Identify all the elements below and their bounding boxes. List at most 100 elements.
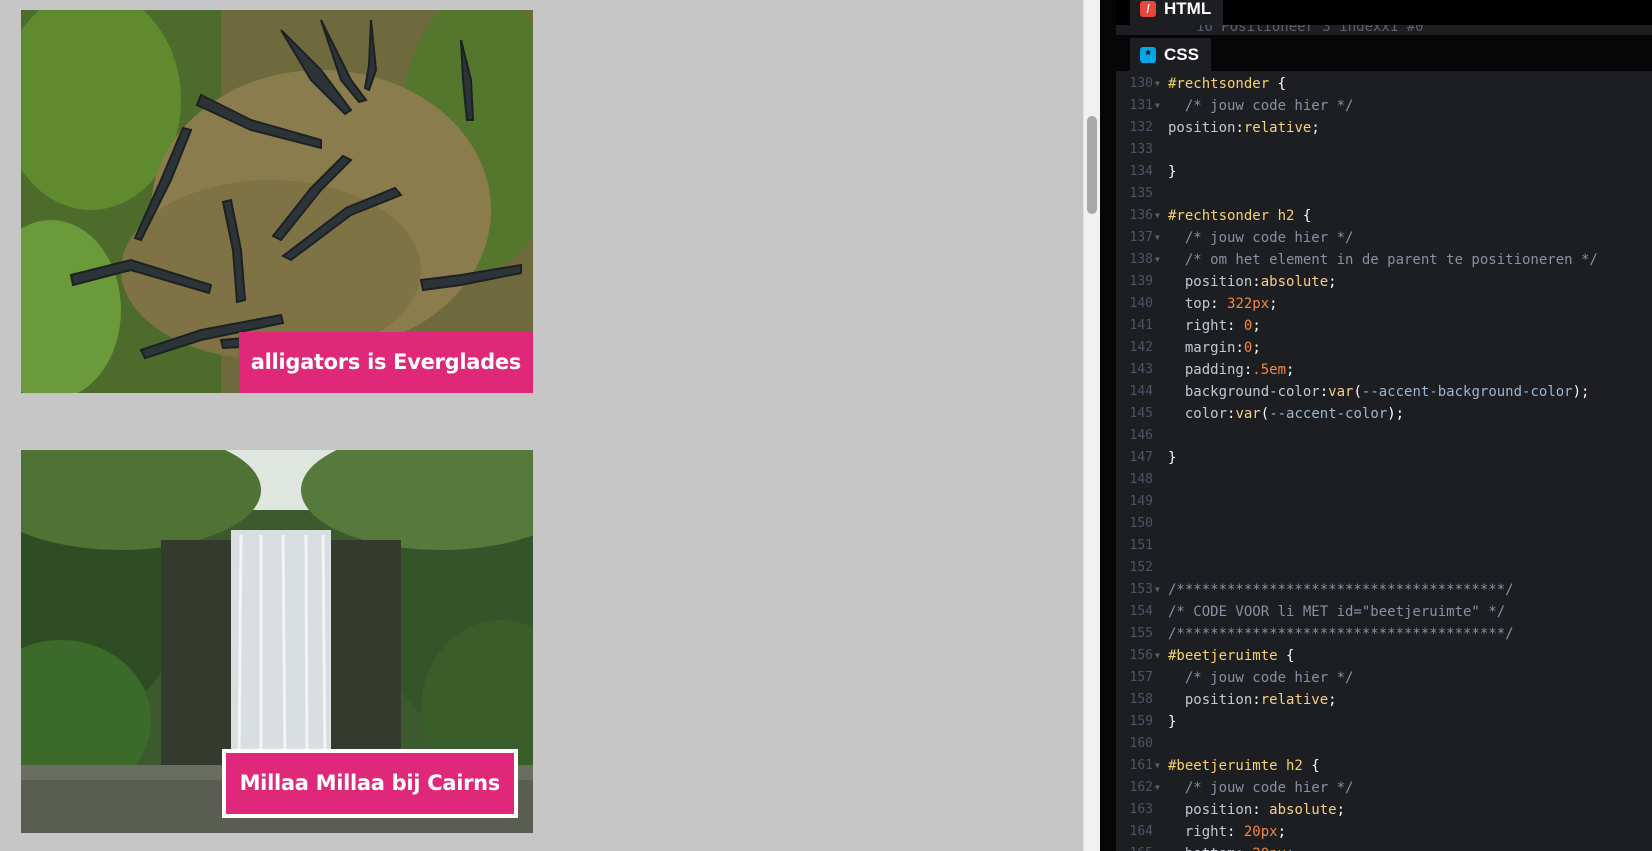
code-line[interactable]: 160	[1116, 733, 1652, 755]
css-icon: *	[1140, 46, 1156, 63]
code-text: margin:0;	[1168, 337, 1261, 359]
preview-scrollbar[interactable]	[1083, 0, 1100, 851]
code-line[interactable]: 133	[1116, 139, 1652, 161]
code-line[interactable]: 152	[1116, 557, 1652, 579]
fold-arrow-icon[interactable]: ▼	[1155, 205, 1160, 227]
code-token: :	[1235, 340, 1244, 356]
code-line[interactable]: 139 position:absolute;	[1116, 271, 1652, 293]
pane-resizer[interactable]	[1100, 0, 1116, 851]
code-token: #beetjeruimte	[1168, 648, 1278, 664]
code-line[interactable]: 154 /* CODE VOOR li MET id="beetjeruimte"…	[1116, 601, 1652, 623]
code-line[interactable]: 164 right: 20px;	[1116, 821, 1652, 843]
code-line[interactable]: 156 ▼ #beetjeruimte {	[1116, 645, 1652, 667]
line-number: 160	[1129, 736, 1153, 751]
code-line[interactable]: 144 background-color:var(--accent-backgr…	[1116, 381, 1652, 403]
code-line[interactable]: 155 /************************************…	[1116, 623, 1652, 645]
html-panel-header[interactable]: / HTML	[1116, 0, 1652, 25]
code-line[interactable]: 131 ▼ /* jouw code hier */	[1116, 95, 1652, 117]
line-number: 155	[1129, 626, 1153, 641]
code-line[interactable]: 159}	[1116, 711, 1652, 733]
code-line[interactable]: 145 color:var(--accent-color);	[1116, 403, 1652, 425]
code-token: 20px	[1252, 846, 1286, 851]
code-line[interactable]: 143 padding:.5em;	[1116, 359, 1652, 381]
code-line[interactable]: 134}	[1116, 161, 1652, 183]
code-token: right	[1168, 824, 1228, 840]
code-line[interactable]: 148	[1116, 469, 1652, 491]
code-line[interactable]: 150	[1116, 513, 1652, 535]
code-line[interactable]: 140 top: 322px;	[1116, 293, 1652, 315]
code-token: {	[1277, 648, 1295, 664]
code-line[interactable]: 132 position:relative;	[1116, 117, 1652, 139]
code-text: color:var(--accent-color);	[1168, 403, 1404, 425]
code-line[interactable]: 135	[1116, 183, 1652, 205]
css-code-area[interactable]: 130 ▼ #rechtsonder {131 ▼ /* jouw code hier…	[1116, 73, 1652, 851]
code-token: relative	[1260, 692, 1329, 708]
css-panel-header[interactable]: * CSS	[1116, 35, 1652, 71]
code-token: ;	[1277, 824, 1287, 840]
code-token: --accent-color	[1269, 406, 1388, 422]
code-token: ;	[1311, 120, 1320, 136]
code-token: 322px	[1227, 296, 1270, 312]
code-line[interactable]: 163 position: absolute;	[1116, 799, 1652, 821]
code-line[interactable]: 141 right: 0;	[1116, 315, 1652, 337]
fold-arrow-icon[interactable]: ▼	[1155, 227, 1160, 249]
fold-arrow-icon[interactable]: ▼	[1155, 777, 1160, 799]
fold-arrow-icon[interactable]: ▼	[1155, 73, 1160, 95]
fold-arrow-icon[interactable]: ▼	[1155, 645, 1160, 667]
code-text: }	[1168, 161, 1176, 183]
code-line[interactable]: 151	[1116, 535, 1652, 557]
line-number: 133	[1129, 142, 1153, 157]
code-line[interactable]: 137 ▼ /* jouw code hier */	[1116, 227, 1652, 249]
code-text: /* jouw code hier */	[1168, 777, 1354, 799]
line-number: 130	[1129, 76, 1153, 91]
code-token: ;	[1336, 802, 1346, 818]
code-line[interactable]: 165 bottom: 20px;	[1116, 843, 1652, 851]
scrollbar-thumb[interactable]	[1087, 116, 1097, 214]
code-line[interactable]: 147}	[1116, 447, 1652, 469]
code-token: ;	[1286, 846, 1294, 851]
line-number: 137	[1129, 230, 1153, 245]
fold-arrow-icon[interactable]: ▼	[1155, 579, 1160, 601]
line-number: 142	[1129, 340, 1153, 355]
code-token: /* jouw code hier */	[1168, 780, 1354, 796]
code-token: /* jouw code hier */	[1168, 230, 1354, 246]
code-line[interactable]: 153 ▼ /***********************************…	[1116, 579, 1652, 601]
code-token: :	[1227, 824, 1244, 840]
code-line[interactable]: 142 margin:0;	[1116, 337, 1652, 359]
fold-arrow-icon[interactable]: ▼	[1155, 249, 1160, 271]
line-number: 159	[1129, 714, 1153, 729]
code-text: top: 322px;	[1168, 293, 1278, 315]
code-line[interactable]: 136 ▼ #rechtsonder h2 {	[1116, 205, 1652, 227]
card-waterfall: Millaa Millaa bij Cairns	[21, 450, 533, 833]
tab-html[interactable]: / HTML	[1130, 0, 1224, 25]
html-peek-text: 16 Positioneer 3 indexx1 #0	[1196, 25, 1424, 35]
code-token: position	[1168, 120, 1236, 136]
code-token: absolute	[1269, 802, 1337, 818]
code-line[interactable]: 158 position:relative;	[1116, 689, 1652, 711]
line-number: 152	[1129, 560, 1153, 575]
code-line[interactable]: 130 ▼ #rechtsonder {	[1116, 73, 1652, 95]
line-number: 146	[1129, 428, 1153, 443]
code-token: --accent-background-color	[1361, 384, 1573, 400]
code-line[interactable]: 149	[1116, 491, 1652, 513]
code-token: (	[1260, 406, 1270, 422]
fold-arrow-icon[interactable]: ▼	[1155, 95, 1160, 117]
code-line[interactable]: 138 ▼ /* om het element in de parent te p…	[1116, 249, 1652, 271]
code-text: /* CODE VOOR li MET id="beetjeruimte" */	[1168, 601, 1505, 623]
fold-arrow-icon[interactable]: ▼	[1155, 755, 1160, 777]
code-line[interactable]: 161 ▼ #beetjeruimte h2 {	[1116, 755, 1652, 777]
html-icon: /	[1140, 1, 1156, 17]
code-line[interactable]: 162 ▼ /* jouw code hier */	[1116, 777, 1652, 799]
code-token: /* jouw code hier */	[1168, 98, 1354, 114]
tab-css[interactable]: * CSS	[1130, 38, 1211, 71]
line-number: 141	[1129, 318, 1153, 333]
caption-alligators: alligators is Everglades	[238, 332, 533, 393]
code-token: :	[1319, 384, 1329, 400]
code-token: bottom	[1168, 846, 1236, 851]
code-text: #beetjeruimte h2 {	[1168, 755, 1320, 777]
code-token: :	[1235, 120, 1244, 136]
code-line[interactable]: 157 /* jouw code hier */	[1116, 667, 1652, 689]
code-line[interactable]: 146	[1116, 425, 1652, 447]
line-number: 134	[1129, 164, 1153, 179]
line-number: 162	[1129, 780, 1153, 795]
